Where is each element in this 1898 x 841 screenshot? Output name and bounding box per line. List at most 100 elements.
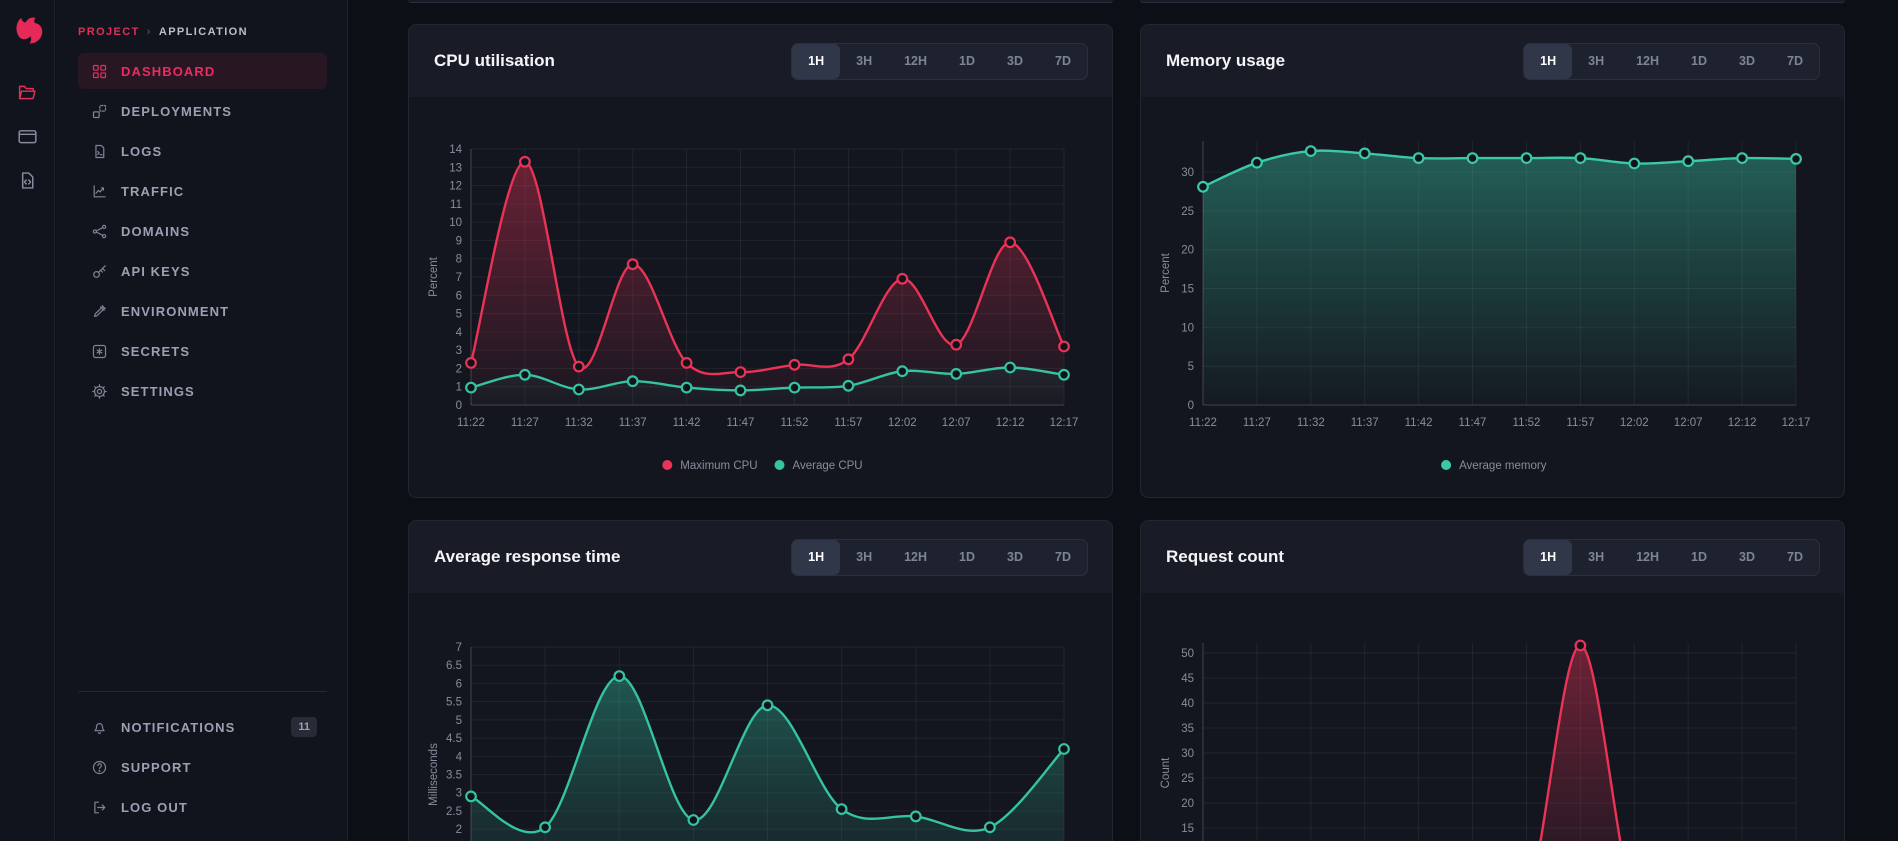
time-range-12h[interactable]: 12H xyxy=(888,44,943,79)
sidebar-item-api-keys[interactable]: API KEYS xyxy=(78,253,327,289)
svg-text:12:07: 12:07 xyxy=(1674,417,1703,429)
traffic-icon xyxy=(91,183,108,200)
time-range-1h[interactable]: 1H xyxy=(1524,44,1572,79)
time-range-3h[interactable]: 3H xyxy=(1572,44,1620,79)
card-title: CPU utilisation xyxy=(434,51,555,71)
folder-open-icon xyxy=(17,82,38,108)
time-range-7d[interactable]: 7D xyxy=(1039,540,1087,575)
time-range-1h[interactable]: 1H xyxy=(792,44,840,79)
notification-count-badge: 11 xyxy=(291,717,317,737)
sidebar-item-label: NOTIFICATIONS xyxy=(121,720,235,735)
svg-text:Milliseconds: Milliseconds xyxy=(428,743,440,806)
svg-text:14: 14 xyxy=(449,144,462,156)
logout-icon xyxy=(91,799,108,816)
time-range-1h[interactable]: 1H xyxy=(1524,540,1572,575)
sidebar-item-dashboard[interactable]: DASHBOARD xyxy=(78,53,327,89)
domains-icon xyxy=(91,223,108,240)
breadcrumb-project[interactable]: PROJECT xyxy=(78,26,140,38)
time-range-12h[interactable]: 12H xyxy=(888,540,943,575)
svg-text:4.5: 4.5 xyxy=(446,733,462,745)
svg-text:12:12: 12:12 xyxy=(996,417,1025,429)
svg-text:11:37: 11:37 xyxy=(619,417,647,429)
sidebar-item-secrets[interactable]: SECRETS xyxy=(78,333,327,369)
sidebar-item-deployments[interactable]: DEPLOYMENTS xyxy=(78,93,327,129)
svg-text:7: 7 xyxy=(456,642,462,654)
svg-text:2: 2 xyxy=(456,824,462,836)
svg-text:Average CPU: Average CPU xyxy=(793,460,863,472)
api-keys-icon xyxy=(91,263,108,280)
time-range-7d[interactable]: 7D xyxy=(1039,44,1087,79)
sidebar-item-traffic[interactable]: TRAFFIC xyxy=(78,173,327,209)
time-range-3d[interactable]: 3D xyxy=(991,540,1039,575)
time-range-1d[interactable]: 1D xyxy=(943,44,991,79)
svg-text:25: 25 xyxy=(1181,206,1194,218)
sidebar-item-notifications[interactable]: NOTIFICATIONS 11 xyxy=(78,709,327,745)
sidebar-item-settings[interactable]: SETTINGS xyxy=(78,373,327,409)
time-range-7d[interactable]: 7D xyxy=(1771,44,1819,79)
card-title: Average response time xyxy=(434,547,620,567)
time-range-1d[interactable]: 1D xyxy=(943,540,991,575)
svg-text:11:27: 11:27 xyxy=(511,417,539,429)
sidebar-item-logs[interactable]: LOGS xyxy=(78,133,327,169)
breadcrumb-application[interactable]: APPLICATION xyxy=(159,26,248,38)
time-range-control: 1H3H12H1D3D7D xyxy=(1523,539,1820,576)
sidebar-item-label: DASHBOARD xyxy=(121,64,215,79)
svg-text:11:42: 11:42 xyxy=(1405,417,1433,429)
dashboard-content: CPU utilisation 1H3H12H1D3D7D 0123456789… xyxy=(349,0,1898,841)
time-range-1d[interactable]: 1D xyxy=(1675,44,1723,79)
svg-text:Count: Count xyxy=(1160,757,1172,788)
card-cpu-utilisation: CPU utilisation 1H3H12H1D3D7D 0123456789… xyxy=(408,24,1113,498)
time-range-3d[interactable]: 3D xyxy=(1723,540,1771,575)
sidebar-divider xyxy=(78,691,327,692)
svg-text:12:02: 12:02 xyxy=(888,417,917,429)
time-range-control: 1H3H12H1D3D7D xyxy=(1523,43,1820,80)
sidebar-item-environment[interactable]: ENVIRONMENT xyxy=(78,293,327,329)
rail-item-credit-card[interactable] xyxy=(0,120,54,158)
svg-text:12:12: 12:12 xyxy=(1728,417,1757,429)
file-code-icon xyxy=(17,170,38,196)
credit-card-icon xyxy=(17,126,38,152)
settings-icon xyxy=(91,383,108,400)
svg-text:6: 6 xyxy=(456,678,462,690)
svg-text:Maximum CPU: Maximum CPU xyxy=(680,460,757,472)
time-range-1h[interactable]: 1H xyxy=(792,540,840,575)
svg-text:13: 13 xyxy=(449,162,462,174)
svg-text:5: 5 xyxy=(456,309,462,321)
sidebar-item-label: DOMAINS xyxy=(121,224,190,239)
svg-text:3: 3 xyxy=(456,345,462,357)
nestjs-logo xyxy=(10,12,46,48)
time-range-3h[interactable]: 3H xyxy=(1572,540,1620,575)
svg-text:12:02: 12:02 xyxy=(1620,417,1649,429)
time-range-1d[interactable]: 1D xyxy=(1675,540,1723,575)
time-range-3h[interactable]: 3H xyxy=(840,44,888,79)
rail-item-folder-open[interactable] xyxy=(0,76,54,114)
card-header: Request count 1H3H12H1D3D7D xyxy=(1141,521,1844,593)
secrets-icon xyxy=(91,343,108,360)
time-range-3d[interactable]: 3D xyxy=(1723,44,1771,79)
time-range-7d[interactable]: 7D xyxy=(1771,540,1819,575)
svg-text:3: 3 xyxy=(456,788,462,800)
time-range-3d[interactable]: 3D xyxy=(991,44,1039,79)
svg-text:12:17: 12:17 xyxy=(1782,417,1811,429)
sidebar-item-domains[interactable]: DOMAINS xyxy=(78,213,327,249)
rail-item-file-code[interactable] xyxy=(0,164,54,202)
time-range-3h[interactable]: 3H xyxy=(840,540,888,575)
sidebar-item-support[interactable]: SUPPORT xyxy=(78,749,327,785)
svg-text:11:57: 11:57 xyxy=(1566,417,1594,429)
svg-text:11:52: 11:52 xyxy=(1513,417,1541,429)
sidebar-nav: DASHBOARD DEPLOYMENTS LOGS TRAFFIC DOMAINS AP… xyxy=(56,53,347,413)
svg-text:11:47: 11:47 xyxy=(727,417,755,429)
svg-text:2: 2 xyxy=(456,363,462,375)
time-range-12h[interactable]: 12H xyxy=(1620,44,1675,79)
sidebar: PROJECT›APPLICATION DASHBOARDDEPLOYMENTS… xyxy=(56,0,348,841)
svg-text:15: 15 xyxy=(1181,284,1194,296)
svg-text:11: 11 xyxy=(450,199,462,211)
svg-text:45: 45 xyxy=(1181,673,1194,685)
svg-text:12:17: 12:17 xyxy=(1050,417,1079,429)
svg-text:1: 1 xyxy=(456,382,462,394)
svg-text:30: 30 xyxy=(1181,748,1194,760)
time-range-control: 1H3H12H1D3D7D xyxy=(791,539,1088,576)
svg-text:6.5: 6.5 xyxy=(446,660,462,672)
time-range-12h[interactable]: 12H xyxy=(1620,540,1675,575)
sidebar-item-log-out[interactable]: LOG OUT xyxy=(78,789,327,825)
